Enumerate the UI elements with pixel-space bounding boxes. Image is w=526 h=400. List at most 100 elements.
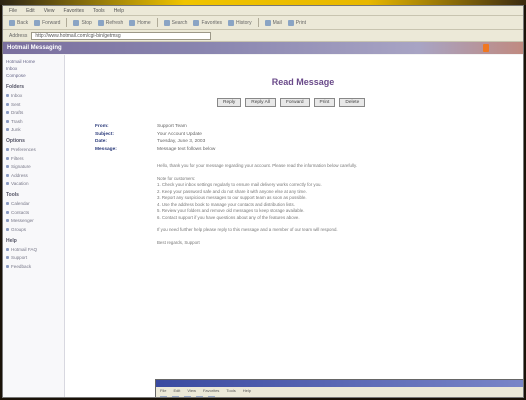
sidebar-item[interactable]: Signature <box>6 164 61 169</box>
stop-button[interactable]: Stop <box>73 19 92 26</box>
sidebar-section-title: Tools <box>6 192 19 198</box>
home-icon <box>129 19 136 26</box>
sidebar-sections: Folders Inbox Sent Drafts Trash Junk Options Pr… <box>6 84 61 269</box>
bullet-icon <box>6 111 9 114</box>
sidebar-item[interactable]: Calendar <box>6 201 61 206</box>
sidebar-item[interactable]: Feedback <box>6 264 61 269</box>
forward-button[interactable]: Forward <box>34 19 60 26</box>
sidebar-link-home[interactable]: Hotmail Home <box>6 59 61 64</box>
sidebar-item-label: Groups <box>11 226 27 232</box>
address-input[interactable]: http://www.hotmail.com/cgi-bin/getmsg <box>31 31 212 40</box>
header-row: Date: Tuesday, June 3, 2003 <box>95 139 215 147</box>
address-label: Address <box>9 32 28 39</box>
sidebar-item[interactable]: Sent <box>6 102 61 107</box>
menu-tools[interactable]: Tools <box>226 388 235 393</box>
menu-favorites[interactable]: Favorites <box>203 388 219 393</box>
message-paragraph: Hello, thank you for your message regard… <box>157 163 358 168</box>
sidebar-item[interactable]: Filters <box>6 156 61 161</box>
menu-view[interactable]: View <box>187 388 196 393</box>
menu-help[interactable]: Help <box>114 8 124 14</box>
menu-file[interactable]: File <box>160 388 166 393</box>
secondary-menu-bar: File Edit View Favorites Tools Help <box>156 387 523 394</box>
toolbar-separator <box>257 18 259 27</box>
sidebar-item[interactable]: Vacation <box>6 181 61 186</box>
reply-all-button[interactable]: Reply All <box>245 98 276 107</box>
sidebar-item-label: Sent <box>11 101 21 107</box>
back-icon <box>9 19 15 26</box>
forward-message-button[interactable]: Forward <box>279 98 310 107</box>
menu-edit[interactable]: Edit <box>173 388 180 393</box>
menu-edit[interactable]: Edit <box>26 8 35 14</box>
bullet-icon <box>6 156 9 160</box>
sidebar-item-label: Hotmail FAQ <box>11 246 38 252</box>
browser-window: File Edit View Favorites Tools Help Back… <box>2 5 524 398</box>
menu-bar: File Edit View Favorites Tools Help <box>3 6 523 16</box>
toolbar-separator <box>156 18 158 27</box>
sidebar-item[interactable]: Preferences <box>6 147 61 152</box>
menu-help[interactable]: Help <box>243 388 251 393</box>
sidebar-item[interactable]: Trash <box>6 119 61 124</box>
mail-icon <box>264 19 271 26</box>
header-key: From: <box>95 124 109 129</box>
message-paragraph: If you need further help please reply to… <box>157 227 338 232</box>
sidebar-item[interactable]: Junk <box>6 127 61 132</box>
sidebar-link-compose[interactable]: Compose <box>6 73 61 78</box>
message-actions: Reply Reply All Forward Print Delete <box>217 98 366 107</box>
delete-button[interactable]: Delete <box>339 98 366 107</box>
bullet-icon <box>6 264 9 268</box>
sidebar-link-inbox[interactable]: Inbox <box>6 66 61 71</box>
sidebar-item[interactable]: Support <box>6 255 61 260</box>
bullet-icon <box>6 119 9 123</box>
header-key: Subject: <box>95 131 114 137</box>
bullet-icon <box>6 165 9 168</box>
printer-icon <box>287 19 294 26</box>
sidebar-item-label: Filters <box>11 155 24 161</box>
message-paragraph: 6. Contact support if you have questions… <box>157 214 300 220</box>
header-row: Subject: Your Account Update <box>95 132 215 140</box>
search-button[interactable]: Search <box>163 19 187 26</box>
secondary-toolbar <box>156 394 523 397</box>
print-button[interactable]: Print <box>287 19 306 26</box>
home-icon[interactable] <box>208 396 215 397</box>
secondary-window[interactable]: File Edit View Favorites Tools Help <box>155 379 523 397</box>
menu-view[interactable]: View <box>44 8 55 14</box>
forward-icon <box>34 19 41 26</box>
sidebar-item-label: Address <box>11 172 28 178</box>
sidebar-item[interactable]: Groups <box>6 227 61 232</box>
sidebar-section-title: Folders <box>6 84 25 90</box>
toolbar-separator <box>66 18 68 27</box>
home-button[interactable]: Home <box>129 19 151 26</box>
help-icon[interactable] <box>483 44 489 52</box>
history-icon <box>228 19 235 26</box>
menu-file[interactable]: File <box>9 8 17 14</box>
refresh-icon[interactable] <box>196 396 203 397</box>
site-title-bar: Hotmail Messaging <box>3 42 523 54</box>
back-button[interactable]: Back <box>9 19 28 26</box>
sidebar-item[interactable]: Address <box>6 173 61 178</box>
bullet-icon <box>6 102 9 106</box>
menu-tools[interactable]: Tools <box>93 8 105 14</box>
sidebar-item-label: Contacts <box>11 209 30 215</box>
sidebar-item-label: Inbox <box>11 93 23 98</box>
sidebar-item[interactable]: Drafts <box>6 110 61 115</box>
print-message-button[interactable]: Print <box>313 98 336 107</box>
mail-button[interactable]: Mail <box>264 19 282 26</box>
sidebar-item-label: Messenger <box>11 218 34 223</box>
back-icon[interactable] <box>160 396 167 397</box>
menu-favorites[interactable]: Favorites <box>63 8 84 14</box>
sidebar-item[interactable]: Hotmail FAQ <box>6 247 61 252</box>
star-icon <box>193 19 200 26</box>
sidebar-item[interactable]: Messenger <box>6 218 61 223</box>
reply-button[interactable]: Reply <box>217 98 242 107</box>
header-key: Message: <box>95 146 117 152</box>
refresh-button[interactable]: Refresh <box>97 19 123 26</box>
favorites-button[interactable]: Favorites <box>193 19 222 26</box>
history-button[interactable]: History <box>228 19 252 26</box>
sidebar-item[interactable]: Inbox <box>6 93 61 98</box>
sidebar-item[interactable]: Contacts <box>6 210 61 215</box>
stop-icon[interactable] <box>184 396 191 397</box>
forward-icon[interactable] <box>172 396 179 397</box>
bullet-icon <box>6 227 9 231</box>
secondary-window-titlebar[interactable] <box>156 380 523 387</box>
bullet-icon <box>6 94 9 97</box>
